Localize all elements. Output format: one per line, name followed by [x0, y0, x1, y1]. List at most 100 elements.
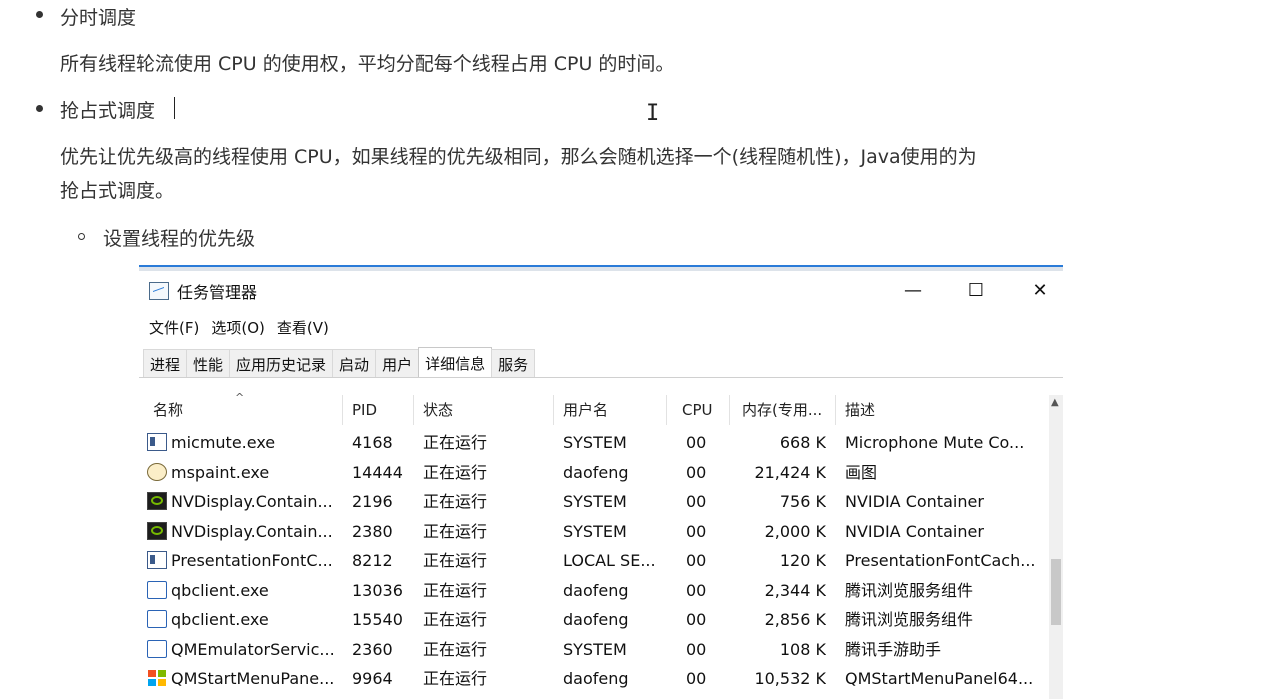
process-cpu: 00	[686, 640, 707, 659]
table-row[interactable]: mspaint.exe 14444 正在运行 daofeng 00 21,424…	[139, 458, 1049, 487]
process-memory: 2,856 K	[764, 610, 826, 629]
table-row[interactable]: micmute.exe 4168 正在运行 SYSTEM 00 668 K Mi…	[139, 428, 1049, 457]
process-user: daofeng	[563, 610, 629, 629]
process-cpu: 00	[686, 492, 707, 511]
column-divider[interactable]	[413, 395, 414, 425]
menu-file[interactable]: 文件(F)	[147, 317, 209, 338]
vertical-scrollbar[interactable]: ▲	[1049, 395, 1063, 699]
process-pid: 15540	[352, 610, 403, 629]
window-top-strip	[139, 265, 1063, 271]
process-cpu: 00	[686, 669, 707, 688]
scrollbar-thumb[interactable]	[1051, 559, 1061, 625]
table-row[interactable]: qbclient.exe 13036 正在运行 daofeng 00 2,344…	[139, 576, 1049, 605]
column-divider[interactable]	[666, 395, 667, 425]
menu-view[interactable]: 查看(V)	[275, 317, 339, 338]
process-memory: 2,000 K	[764, 522, 826, 541]
column-header-user[interactable]: 用户名	[563, 395, 608, 425]
process-user: daofeng	[563, 463, 629, 482]
process-memory: 120 K	[779, 551, 826, 570]
table-row[interactable]: NVDisplay.Contain... 2380 正在运行 SYSTEM 00…	[139, 517, 1049, 546]
process-status: 正在运行	[423, 463, 488, 482]
process-pid: 14444	[352, 463, 403, 482]
process-user: daofeng	[563, 581, 629, 600]
process-status: 正在运行	[423, 551, 488, 570]
tab-services[interactable]: 服务	[491, 349, 536, 378]
process-user: SYSTEM	[563, 522, 627, 541]
tab-details[interactable]: 详细信息	[418, 347, 493, 378]
sub-bullet-text: 设置线程的优先级	[103, 228, 256, 250]
tab-performance[interactable]: 性能	[186, 349, 231, 378]
process-status: 正在运行	[423, 522, 488, 541]
process-pid: 9964	[352, 669, 393, 688]
process-memory: 668 K	[779, 433, 826, 452]
tab-processes[interactable]: 进程	[143, 349, 188, 378]
process-name: qbclient.exe	[171, 610, 269, 629]
process-description: PresentationFontCach...	[845, 551, 1036, 570]
task-manager-window: 任务管理器 — ☐ ✕ 文件(F) 选项(O) 查看(V) 进程 性能 应用历史…	[139, 265, 1063, 699]
title-bar: 任务管理器	[149, 279, 257, 303]
tab-users[interactable]: 用户	[375, 349, 420, 378]
column-header-status[interactable]: 状态	[423, 395, 453, 425]
process-user: SYSTEM	[563, 640, 627, 659]
minimize-button[interactable]: —	[890, 275, 936, 305]
mouse-ibeam-cursor-icon: I	[646, 101, 660, 126]
column-header-memory[interactable]: 内存(专用...	[742, 395, 822, 425]
process-description: 腾讯浏览服务组件	[845, 610, 974, 629]
process-description: QMStartMenuPanel64...	[845, 669, 1034, 688]
column-divider[interactable]	[835, 395, 836, 425]
column-header-cpu[interactable]: CPU	[682, 395, 713, 425]
tab-startup[interactable]: 启动	[332, 349, 377, 378]
bullet1-title: 分时调度	[60, 7, 137, 29]
tab-app-history[interactable]: 应用历史记录	[229, 349, 334, 378]
maximize-button[interactable]: ☐	[953, 275, 999, 305]
process-description: 画图	[845, 463, 878, 482]
bullet2-body-line2: 抢占式调度。	[60, 180, 175, 202]
table-row[interactable]: NVDisplay.Contain... 2196 正在运行 SYSTEM 00…	[139, 487, 1049, 516]
process-cpu: 00	[686, 610, 707, 629]
process-name: QMEmulatorServic...	[171, 640, 335, 659]
process-status: 正在运行	[423, 669, 488, 688]
nvidia-icon	[147, 492, 167, 510]
process-cpu: 00	[686, 463, 707, 482]
process-name: micmute.exe	[171, 433, 276, 452]
nvidia-icon	[147, 522, 167, 540]
column-header-name[interactable]: 名称	[153, 395, 183, 425]
scroll-up-icon[interactable]: ▲	[1051, 397, 1059, 408]
table-row[interactable]: PresentationFontC... 8212 正在运行 LOCAL SE.…	[139, 546, 1049, 575]
column-header-pid[interactable]: PID	[352, 395, 377, 425]
process-pid: 13036	[352, 581, 403, 600]
process-pid: 2380	[352, 522, 393, 541]
process-description: 腾讯浏览服务组件	[845, 581, 974, 600]
text-caret	[174, 97, 175, 119]
menu-options[interactable]: 选项(O)	[209, 317, 275, 338]
menu-bar: 文件(F) 选项(O) 查看(V)	[147, 317, 339, 338]
column-divider[interactable]	[342, 395, 343, 425]
close-button[interactable]: ✕	[1017, 275, 1063, 305]
process-memory: 2,344 K	[764, 581, 826, 600]
table-row[interactable]: QMEmulatorServic... 2360 正在运行 SYSTEM 00 …	[139, 635, 1049, 664]
table-row[interactable]: qbclient.exe 15540 正在运行 daofeng 00 2,856…	[139, 605, 1049, 634]
process-pid: 2196	[352, 492, 393, 511]
process-memory: 10,532 K	[754, 669, 826, 688]
process-description: 腾讯手游助手	[845, 640, 942, 659]
process-name: NVDisplay.Contain...	[171, 522, 333, 541]
process-user: LOCAL SE...	[563, 551, 656, 570]
process-user: SYSTEM	[563, 433, 627, 452]
column-divider[interactable]	[729, 395, 730, 425]
bullet-dot	[36, 105, 43, 112]
task-manager-icon	[149, 282, 169, 300]
process-name: mspaint.exe	[171, 463, 270, 482]
window-title: 任务管理器	[177, 283, 258, 302]
process-status: 正在运行	[423, 640, 488, 659]
windows-logo-icon	[147, 669, 167, 687]
column-divider[interactable]	[553, 395, 554, 425]
bullet1-body: 所有线程轮流使用 CPU 的使用权，平均分配每个线程占用 CPU 的时间。	[60, 53, 675, 75]
window-app-icon	[147, 433, 167, 451]
process-user: SYSTEM	[563, 492, 627, 511]
process-status: 正在运行	[423, 492, 488, 511]
process-name: qbclient.exe	[171, 581, 269, 600]
table-row[interactable]: QMStartMenuPane... 9964 正在运行 daofeng 00 …	[139, 664, 1049, 693]
qb-icon	[147, 581, 167, 599]
sub-bullet-circle	[78, 233, 85, 240]
column-header-description[interactable]: 描述	[845, 395, 875, 425]
